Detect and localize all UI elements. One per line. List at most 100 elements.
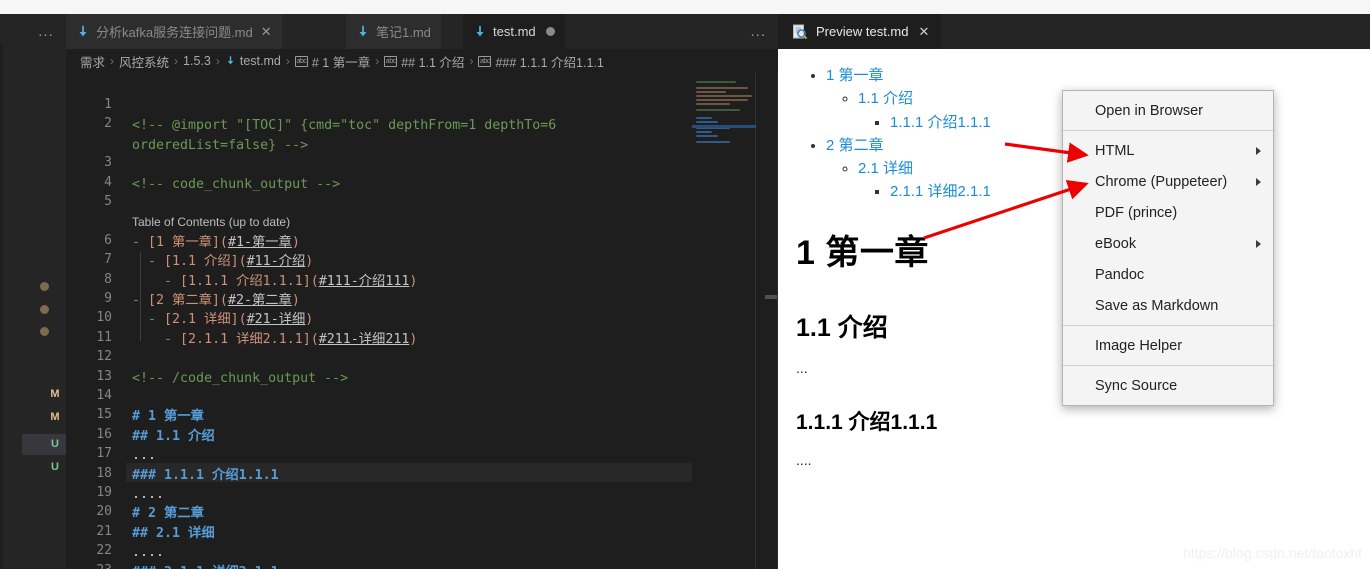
code-line[interactable]: - [1 第一章](#1-第一章) — [132, 233, 300, 252]
code-line[interactable]: ## 2.1 详细 — [132, 524, 215, 543]
code-line[interactable]: - [2 第二章](#2-第二章) — [132, 291, 300, 310]
menu-item-pdf-prince[interactable]: PDF (prince) — [1063, 197, 1273, 228]
menu-item-open-in-browser[interactable]: Open in Browser — [1063, 95, 1273, 126]
menu-item-html[interactable]: HTML — [1063, 135, 1273, 166]
activity-bar-accent — [0, 44, 3, 569]
toc-link[interactable]: 1.1 介绍 — [858, 90, 913, 107]
toc-link[interactable]: 1.1.1 介绍1.1.1 — [890, 114, 991, 131]
symbol-string-icon: abc — [294, 55, 308, 67]
breadcrumb-item-4[interactable]: abc # 1 第一章 — [294, 52, 370, 71]
minimap-border — [755, 73, 756, 569]
menu-item-ebook[interactable]: eBook — [1063, 228, 1273, 259]
line-number: 6 — [104, 232, 112, 248]
code-line[interactable]: .... — [132, 543, 164, 562]
preview-h3: 1.1.1 介绍1.1.1 — [796, 410, 938, 434]
breadcrumb-item-5[interactable]: abc ## 1.1 介绍 — [384, 52, 464, 71]
tabbar-overflow-right[interactable]: ... — [750, 14, 766, 49]
line-number: 14 — [96, 388, 112, 403]
line-number: 10 — [96, 310, 112, 326]
scrollbar-thumb[interactable] — [765, 295, 777, 299]
minimap-line — [696, 95, 752, 97]
code-line[interactable]: - [1.1 介绍](#11-介绍) — [132, 252, 313, 271]
breadcrumb-label: 风控系统 — [119, 55, 170, 70]
toc-link[interactable]: 1 第一章 — [826, 67, 884, 84]
menu-item-label: eBook — [1095, 235, 1137, 252]
toc-link[interactable]: 2.1.1 详细2.1.1 — [890, 183, 991, 200]
code-line[interactable]: ... — [132, 446, 156, 465]
breadcrumb-label: 1.5.3 — [183, 54, 211, 68]
menu-item-chrome-puppeteer[interactable]: Chrome (Puppeteer) — [1063, 166, 1273, 197]
line-number: 19 — [96, 485, 112, 500]
breakpoint-dot-2[interactable] — [40, 305, 49, 314]
tab-preview-test-md[interactable]: Preview test.md ✕ — [778, 14, 942, 49]
line-number: 12 — [96, 349, 112, 365]
code-text-area[interactable]: 1 2 <!-- @import "[TOC]" {cmd="toc" depthF… — [66, 73, 756, 569]
menu-separator — [1063, 325, 1273, 326]
code-token: ) — [291, 293, 300, 308]
preview-tab-close-icon[interactable]: ✕ — [918, 24, 929, 40]
editor-vertical-scrollbar[interactable] — [764, 73, 778, 569]
toc-link[interactable]: 2.1 详细 — [858, 160, 913, 177]
breakpoint-dot-1[interactable] — [40, 282, 49, 291]
tab-test-md[interactable]: test.md — [463, 14, 566, 49]
markdown-icon — [356, 25, 370, 39]
code-token: <!-- @import "[TOC]" {cmd="toc" depthFro… — [132, 118, 557, 134]
code-line[interactable]: - [2.1 详细](#21-详细) — [132, 310, 313, 329]
code-token: ## 2.1 详细 — [132, 525, 215, 541]
line-number: 20 — [96, 504, 112, 520]
breadcrumb-item-1[interactable]: 风控系统 — [119, 52, 169, 71]
menu-separator — [1063, 130, 1273, 131]
minimap-line — [696, 91, 726, 93]
code-line[interactable]: <!-- code_chunk_output --> — [132, 175, 340, 194]
menu-item-save-as-markdown[interactable]: Save as Markdown — [1063, 290, 1273, 321]
code-line[interactable]: - [2.1.1 详细2.1.1](#211-详细211) — [132, 330, 417, 349]
menu-item-pandoc[interactable]: Pandoc — [1063, 259, 1273, 290]
tab-label: test.md — [493, 24, 536, 39]
code-editor[interactable]: 1 2 <!-- @import "[TOC]" {cmd="toc" depthF… — [66, 73, 778, 569]
chevron-right-icon — [1256, 177, 1261, 186]
minimap-line — [696, 121, 718, 123]
code-token: # 1 第一章 — [132, 409, 204, 425]
breadcrumb-label: ## 1.1 介绍 — [401, 55, 465, 70]
tab-note1-md[interactable]: 笔记1.md — [346, 14, 442, 49]
tabbar-overflow-left[interactable]: ... — [26, 14, 66, 49]
code-line[interactable]: # 2 第二章 — [132, 504, 204, 523]
code-token: ## 1.1 介绍 — [132, 428, 215, 444]
code-line[interactable]: ### 2.1.1 详细2.1.1 — [132, 563, 279, 569]
screenshot-root: M M U U ... 分析kafka服务连接问题.md ✕ 笔记1.md te… — [0, 0, 1370, 569]
code-line[interactable]: - [1.1.1 介绍1.1.1](#111-介绍111) — [132, 272, 417, 291]
code-line[interactable]: orderedList=false} --> — [132, 136, 308, 155]
breadcrumb-item-2[interactable]: 1.5.3 — [183, 54, 211, 68]
symbol-string-icon: abc — [478, 55, 492, 67]
code-line[interactable]: .... — [132, 485, 164, 504]
code-token: ) — [409, 273, 418, 289]
code-line[interactable]: <!-- @import "[TOC]" {cmd="toc" depthFro… — [132, 116, 556, 135]
breadcrumb-item-0[interactable]: 需求 — [80, 52, 105, 71]
minimap-line — [696, 117, 712, 119]
tab-close-icon[interactable]: ✕ — [261, 25, 272, 38]
menu-item-sync-source[interactable]: Sync Source — [1063, 370, 1273, 401]
code-token: - — [132, 331, 181, 347]
preview-icon — [792, 24, 808, 40]
menu-item-image-helper[interactable]: Image Helper — [1063, 330, 1273, 361]
toc-link[interactable]: 2 第二章 — [826, 137, 884, 154]
code-line[interactable]: # 1 第一章 — [132, 407, 204, 426]
top-chrome-strip — [0, 0, 1370, 14]
line-number: 13 — [96, 368, 112, 384]
minimap-selection — [692, 125, 756, 128]
line-number: 5 — [104, 194, 112, 209]
code-token: ) — [305, 312, 314, 328]
code-line[interactable]: Table of Contents (up to date) — [132, 213, 290, 232]
tab-dirty-indicator[interactable] — [545, 27, 555, 36]
code-line[interactable]: ## 1.1 介绍 — [132, 427, 215, 446]
export-context-menu[interactable]: Open in Browser HTML Chrome (Puppeteer) PDF… — [1062, 90, 1274, 406]
code-token: ### 1.1.1 介绍1.1.1 — [132, 467, 279, 483]
breakpoint-dot-3[interactable] — [40, 327, 49, 336]
activity-bar — [0, 14, 22, 569]
breadcrumb-item-6[interactable]: abc ### 1.1.1 介绍1.1.1 — [478, 52, 604, 71]
tab-kafka-md[interactable]: 分析kafka服务连接问题.md ✕ — [66, 14, 283, 49]
code-line[interactable]: ### 1.1.1 介绍1.1.1 — [132, 466, 279, 485]
breadcrumb-item-3[interactable]: test.md — [225, 54, 281, 68]
editor-minimap[interactable] — [692, 73, 756, 569]
code-line[interactable]: <!-- /code_chunk_output --> — [132, 369, 348, 388]
